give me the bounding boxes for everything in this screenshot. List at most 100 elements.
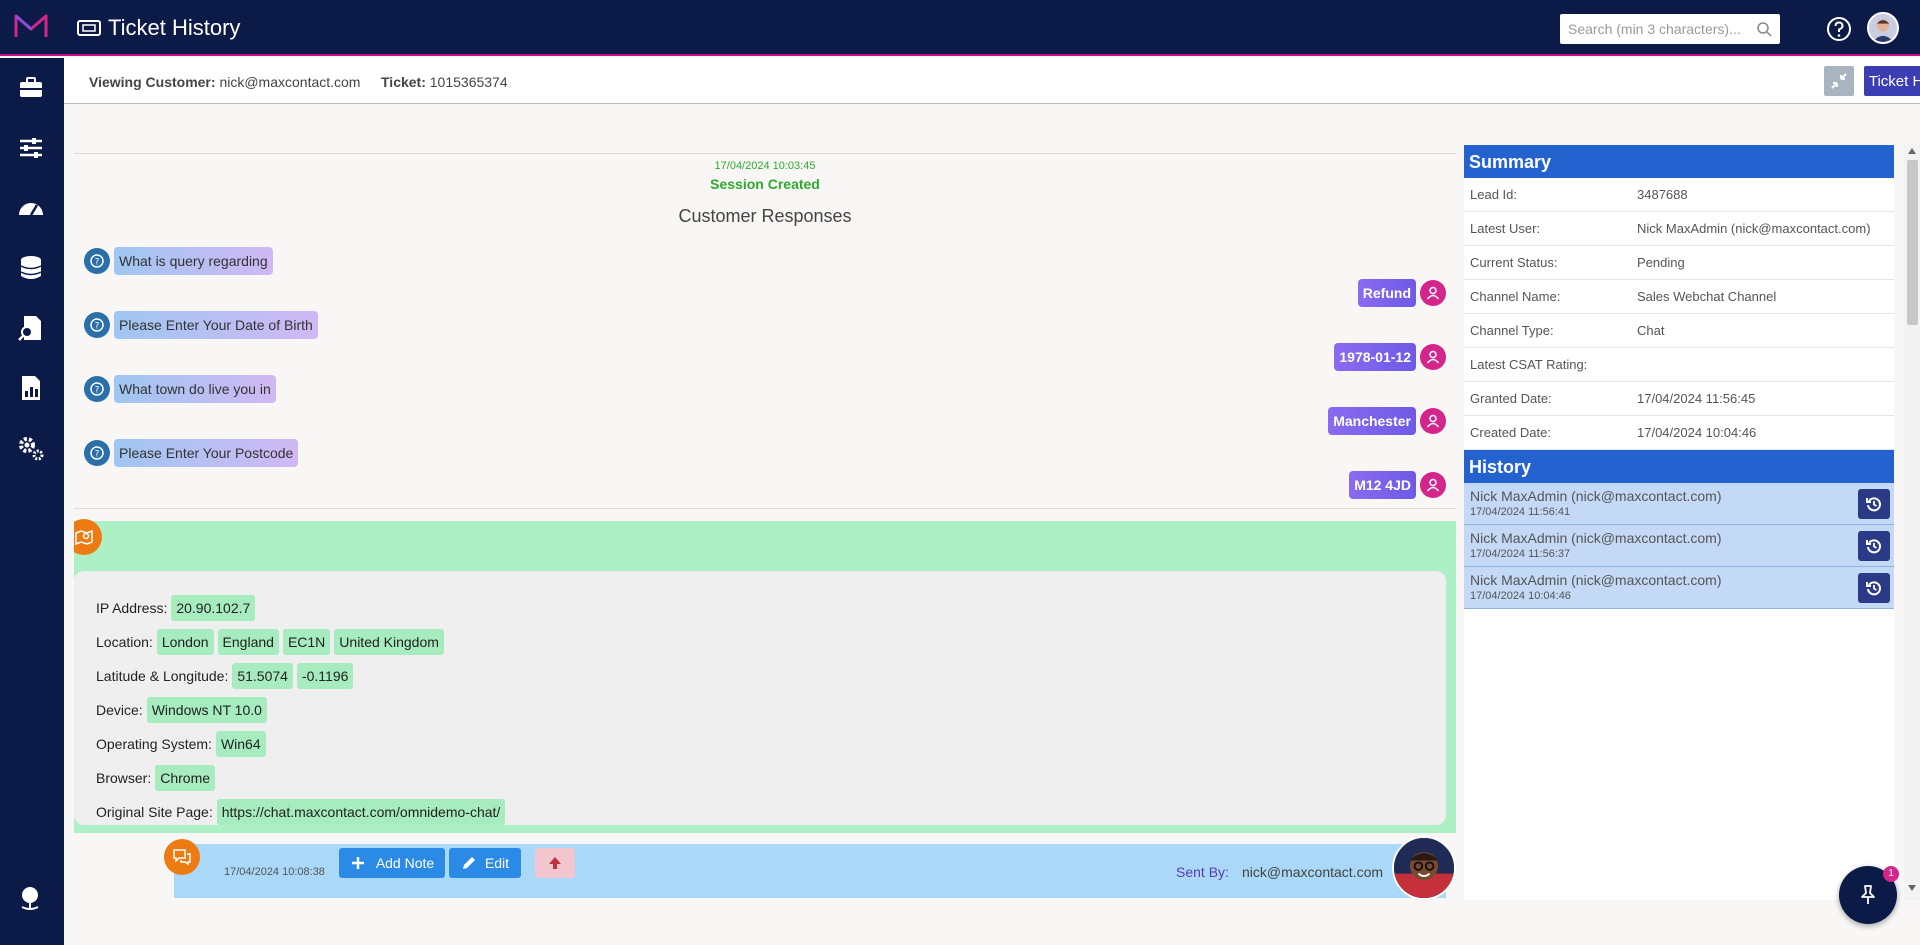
location-postcode: EC1N xyxy=(282,629,331,655)
answer-text: M12 4JD xyxy=(1349,471,1416,499)
location-line: Location: London England EC1N United Kin… xyxy=(96,625,1424,659)
browser-label: Browser: xyxy=(96,770,152,786)
search-icon[interactable] xyxy=(1756,21,1772,37)
search-box[interactable] xyxy=(1560,14,1780,44)
customer-icon xyxy=(1420,280,1446,306)
ip-value: 20.90.102.7 xyxy=(171,595,256,621)
file-search-icon[interactable] xyxy=(16,313,46,343)
latitude-value: 51.5074 xyxy=(232,663,293,689)
dashboard-gauge-icon[interactable] xyxy=(16,193,46,223)
pin-icon xyxy=(1861,885,1875,904)
history-item: Nick MaxAdmin (nick@maxcontact.com) 17/0… xyxy=(1464,483,1894,525)
history-user: Nick MaxAdmin (nick@maxcontact.com) xyxy=(1470,530,1722,546)
briefcase-icon[interactable] xyxy=(16,73,46,103)
answer-row: 1978-01-12 xyxy=(1334,343,1446,371)
location-city: London xyxy=(156,629,214,655)
location-country: United Kingdom xyxy=(334,629,444,655)
settings-gears-icon[interactable] xyxy=(16,433,46,463)
scrollbar-thumb[interactable] xyxy=(1907,160,1918,325)
history-header: History xyxy=(1464,450,1894,483)
history-restore-icon xyxy=(1866,497,1881,512)
summary-value: 3487688 xyxy=(1637,187,1688,202)
device-label: Device: xyxy=(96,702,143,718)
answer-text: 1978-01-12 xyxy=(1334,343,1416,371)
user-avatar-icon xyxy=(1869,14,1897,42)
site-page-link[interactable]: https://chat.maxcontact.com/omnidemo-cha… xyxy=(216,799,506,825)
ticket-history-button[interactable]: Ticket History xyxy=(1864,66,1920,96)
history-user: Nick MaxAdmin (nick@maxcontact.com) xyxy=(1470,488,1722,504)
answer-row: M12 4JD xyxy=(1349,471,1446,499)
customer-icon xyxy=(1420,408,1446,434)
restore-history-button[interactable] xyxy=(1858,531,1890,561)
browser-line: Browser: Chrome xyxy=(96,761,1424,795)
question-icon: ? xyxy=(84,248,110,274)
globe-icon[interactable] xyxy=(16,883,46,913)
summary-row: Lead Id: 3487688 xyxy=(1464,178,1894,212)
site-page-line: Original Site Page: https://chat.maxcont… xyxy=(96,795,1424,829)
history-item: Nick MaxAdmin (nick@maxcontact.com) 17/0… xyxy=(1464,525,1894,567)
notification-badge: 1 xyxy=(1883,866,1899,882)
edit-button[interactable]: Edit xyxy=(449,848,521,878)
scroll-down-arrow-icon[interactable] xyxy=(1908,885,1916,891)
chat-bubbles-icon xyxy=(164,839,200,875)
svg-text:?: ? xyxy=(95,386,100,396)
ticket-icon xyxy=(77,20,101,36)
history-date: 17/04/2024 11:56:37 xyxy=(1470,548,1571,560)
summary-key: Granted Date: xyxy=(1470,391,1552,406)
answer-text: Manchester xyxy=(1328,407,1416,435)
question-row: ? Please Enter Your Postcode xyxy=(84,439,299,467)
customer-subheader: Viewing Customer: nick@maxcontact.com Ti… xyxy=(64,58,1920,104)
ip-address-line: IP Address: 20.90.102.7 xyxy=(96,591,1424,625)
add-note-label: Add Note xyxy=(375,855,435,871)
restore-history-button[interactable] xyxy=(1858,489,1890,519)
viewing-customer: Viewing Customer: nick@maxcontact.com xyxy=(89,74,360,90)
answer-text: Refund xyxy=(1357,279,1416,307)
maxcontact-logo-icon[interactable] xyxy=(14,13,48,39)
question-icon: ? xyxy=(84,312,110,338)
escalate-button[interactable] xyxy=(535,848,575,878)
plus-icon xyxy=(351,857,364,869)
scroll-up-arrow-icon[interactable] xyxy=(1908,148,1916,154)
ticket-label: Ticket: xyxy=(381,74,426,90)
visitor-info-card: IP Address: 20.90.102.7 Location: London… xyxy=(74,571,1446,825)
edit-label: Edit xyxy=(484,855,510,871)
customer-icon xyxy=(1420,344,1446,370)
summary-value: Chat xyxy=(1637,323,1665,338)
customer-email: nick@maxcontact.com xyxy=(219,74,361,90)
session-timestamp: 17/04/2024 10:03:45 xyxy=(714,160,816,172)
question-text: What is query regarding xyxy=(114,247,273,275)
answer-row: Refund xyxy=(1357,279,1446,307)
session-created-label: Session Created xyxy=(710,176,820,192)
location-region: England xyxy=(217,629,279,655)
agent-avatar-icon xyxy=(1394,838,1454,898)
history-user: Nick MaxAdmin (nick@maxcontact.com) xyxy=(1470,572,1722,588)
os-label: Operating System: xyxy=(96,736,212,752)
summary-row: Current Status: Pending xyxy=(1464,246,1894,280)
summary-row: Channel Type: Chat xyxy=(1464,314,1894,348)
summary-key: Channel Name: xyxy=(1470,289,1561,304)
collapse-button[interactable] xyxy=(1824,66,1854,96)
report-chart-icon[interactable] xyxy=(16,373,46,403)
summary-value: Pending xyxy=(1637,255,1685,270)
customer-responses-title: Customer Responses xyxy=(678,206,852,226)
history-date: 17/04/2024 10:04:46 xyxy=(1470,590,1571,602)
app-title-group: Ticket History xyxy=(76,14,240,42)
svg-text:?: ? xyxy=(95,322,100,332)
os-line: Operating System: Win64 xyxy=(96,727,1424,761)
question-icon: ? xyxy=(84,440,110,466)
help-icon[interactable] xyxy=(1825,15,1853,43)
customer-icon xyxy=(1420,472,1446,498)
search-input[interactable] xyxy=(1568,21,1748,37)
user-avatar[interactable] xyxy=(1867,12,1899,44)
customer-label: Viewing Customer: xyxy=(89,74,216,90)
summary-key: Latest CSAT Rating: xyxy=(1470,357,1588,372)
database-icon[interactable] xyxy=(16,253,46,283)
svg-text:?: ? xyxy=(95,258,100,268)
summary-row: Granted Date: 17/04/2024 11:56:45 xyxy=(1464,382,1894,416)
add-note-button[interactable]: Add Note xyxy=(339,848,445,878)
sliders-icon[interactable] xyxy=(16,133,46,163)
restore-history-button[interactable] xyxy=(1858,573,1890,603)
summary-key: Latest User: xyxy=(1470,221,1541,236)
summary-key: Created Date: xyxy=(1470,425,1551,440)
chat-transcript[interactable]: 17/04/2024 10:03:45 Session Created Cust… xyxy=(74,153,1456,898)
